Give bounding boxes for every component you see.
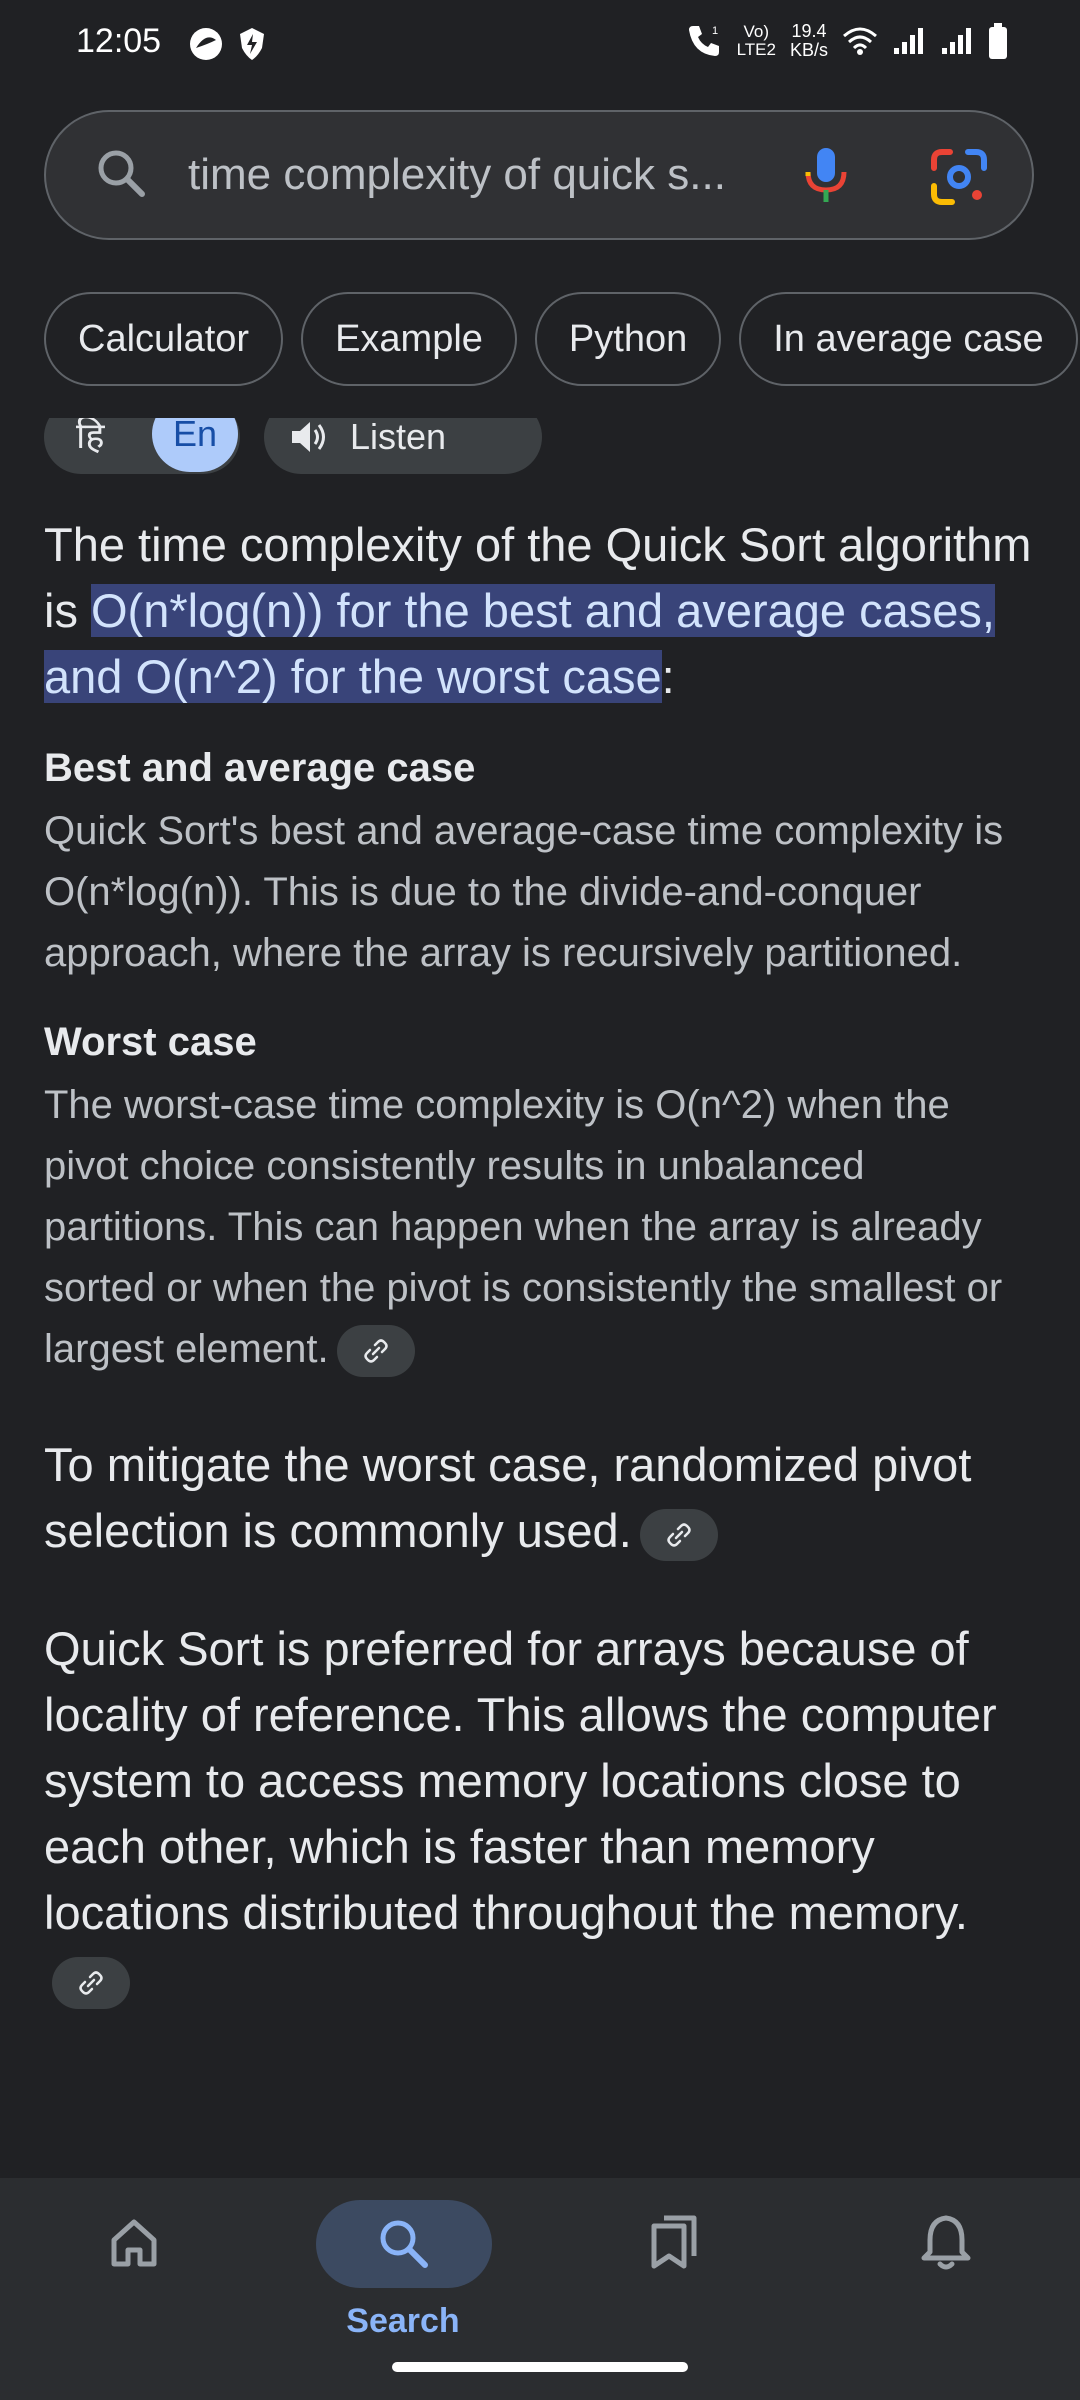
network-type-label: Vo) LTE2 bbox=[736, 22, 776, 59]
ai-answer: The time complexity of the Quick Sort al… bbox=[44, 512, 1044, 2012]
google-lens-icon[interactable] bbox=[930, 148, 988, 206]
nav-search[interactable]: Search bbox=[298, 2190, 498, 2350]
answer-paragraph-mitigation-text: To mitigate the worst case, randomized p… bbox=[44, 1438, 972, 1557]
section-body-worst-text: The worst-case time complexity is O(n^2)… bbox=[44, 1083, 1003, 1371]
answer-paragraph-locality: Quick Sort is preferred for arrays becau… bbox=[44, 1616, 1044, 2012]
network-speed: 19.4 KB/s bbox=[789, 21, 828, 60]
link-icon bbox=[79, 1970, 103, 1995]
search-input[interactable]: time complexity of quick s... bbox=[188, 150, 726, 200]
lang-hindi-option[interactable]: हि bbox=[76, 418, 104, 459]
nav-saved[interactable] bbox=[574, 2190, 774, 2350]
section-title-worst: Worst case bbox=[44, 1020, 257, 1064]
listen-button[interactable]: Listen bbox=[264, 418, 542, 474]
source-link-button[interactable] bbox=[639, 1508, 718, 1561]
search-icon bbox=[380, 2220, 428, 2268]
bookmarks-icon bbox=[651, 2215, 697, 2269]
section-body-worst: The worst-case time complexity is O(n^2)… bbox=[44, 1075, 1044, 1380]
search-bar[interactable]: time complexity of quick s... bbox=[44, 110, 1034, 240]
nav-home[interactable] bbox=[34, 2190, 234, 2350]
section-title-best-average: Best and average case bbox=[44, 746, 476, 790]
bell-icon bbox=[921, 2215, 971, 2270]
answer-paragraph-mitigation: To mitigate the worst case, randomized p… bbox=[44, 1432, 1044, 1564]
chip-in-average-case[interactable]: In average case bbox=[739, 292, 1078, 386]
home-gesture-bar[interactable] bbox=[392, 2362, 688, 2372]
status-time: 12:05 bbox=[76, 22, 162, 60]
answer-lead-punct: : bbox=[661, 650, 675, 703]
nav-notifications-icon-wrap bbox=[886, 2202, 1006, 2282]
suggestion-chips: Calculator Example Python In average cas… bbox=[44, 292, 1080, 390]
nav-saved-icon-wrap bbox=[614, 2202, 734, 2282]
link-icon bbox=[667, 1522, 691, 1547]
search-icon[interactable] bbox=[92, 144, 152, 204]
signal-icon bbox=[942, 28, 971, 54]
answer-highlight: O(n*log(n)) for the best and average cas… bbox=[44, 584, 995, 703]
battery-icon bbox=[989, 23, 1007, 59]
nav-search-label: Search bbox=[346, 2302, 460, 2340]
source-link-button[interactable] bbox=[336, 1325, 415, 1378]
answer-lead: The time complexity of the Quick Sort al… bbox=[44, 512, 1044, 710]
wifi-icon bbox=[843, 27, 877, 55]
status-icons-right: 1 Vo) LTE2 19.4 KB/s bbox=[685, 22, 1008, 60]
status-bar: 12:05 1 Vo) LTE2 19.4 KB/s bbox=[0, 0, 1080, 90]
chip-example[interactable]: Example bbox=[301, 292, 517, 386]
nav-home-icon-wrap bbox=[74, 2202, 194, 2282]
home-icon bbox=[111, 2219, 157, 2267]
svg-text:1: 1 bbox=[712, 25, 718, 37]
status-icons-left bbox=[188, 26, 266, 62]
shield-bolt-icon bbox=[240, 28, 264, 60]
listen-label: Listen bbox=[350, 418, 447, 457]
language-listen-row: हि En Listen bbox=[44, 418, 564, 478]
source-link-button[interactable] bbox=[52, 1956, 130, 2009]
speaker-icon bbox=[292, 422, 325, 452]
section-body-best-average: Quick Sort's best and average-case time … bbox=[44, 809, 1004, 975]
mic-icon[interactable] bbox=[796, 144, 856, 208]
language-toggle[interactable]: हि En bbox=[44, 418, 240, 474]
chip-calculator[interactable]: Calculator bbox=[44, 292, 284, 386]
chip-python[interactable]: Python bbox=[534, 292, 722, 386]
answer-paragraph-locality-text: Quick Sort is preferred for arrays becau… bbox=[44, 1622, 997, 1939]
link-icon bbox=[363, 1339, 388, 1364]
phone-call-icon: 1 bbox=[688, 25, 719, 56]
signal-icon bbox=[894, 28, 923, 54]
nav-search-icon-wrap bbox=[316, 2200, 492, 2288]
nav-notifications[interactable] bbox=[846, 2190, 1046, 2350]
camera-shutter-icon bbox=[190, 28, 222, 60]
lang-english-option[interactable]: En bbox=[152, 418, 238, 472]
